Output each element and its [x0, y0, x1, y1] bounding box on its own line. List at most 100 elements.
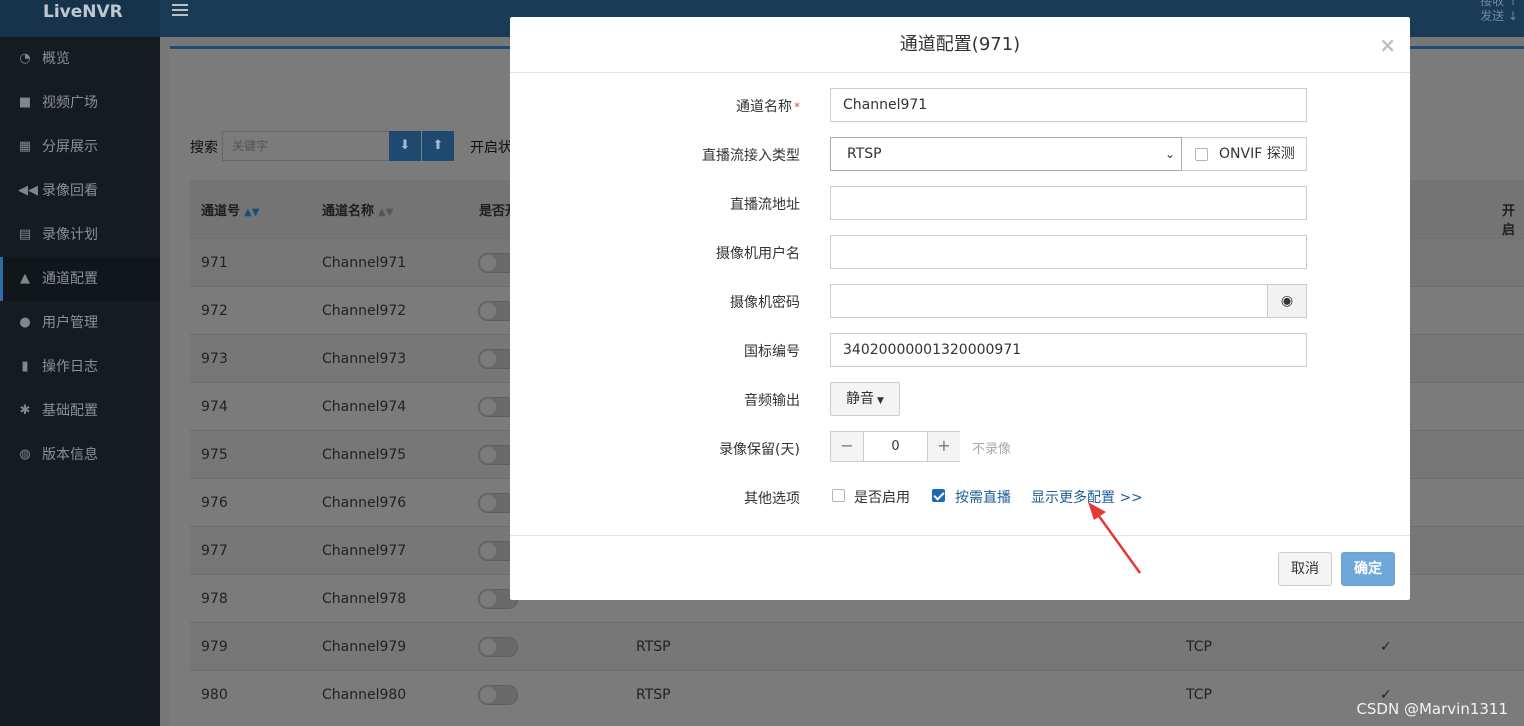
close-icon[interactable]: × — [1379, 17, 1396, 73]
sidebar-item-record-plan[interactable]: ▤ 录像计划 — [0, 213, 160, 257]
field-label: 通道名称 — [736, 99, 792, 115]
cell-channel-id: 972 — [201, 303, 228, 319]
decrement-button[interactable]: − — [831, 432, 863, 461]
cell-protocol: RTSP — [636, 687, 671, 703]
sidebar-item-channel-config[interactable]: ▲ 通道配置 — [0, 257, 160, 301]
cell-channel-name: Channel973 — [322, 351, 407, 367]
stream-type-select[interactable]: RTSP ⌄ — [830, 137, 1182, 171]
caret-down-icon: ▼ — [877, 396, 884, 406]
import-button[interactable]: ⬇ — [389, 131, 421, 161]
enabled-label[interactable]: 是否启用 — [854, 487, 910, 507]
table-row[interactable]: 979 Channel979 RTSP TCP ✓ — [190, 622, 1524, 670]
stream-type-label: 直播流接入类型 — [702, 148, 800, 164]
sort-icon: ▲▼ — [244, 207, 260, 218]
audio-output-label: 音频输出 — [744, 393, 800, 409]
on-demand-checkbox[interactable] — [932, 489, 945, 502]
video-camera-icon: ■ — [18, 95, 32, 110]
channel-name-input[interactable]: Channel971 — [830, 88, 1307, 122]
dashboard-icon: ◔ — [19, 51, 31, 66]
other-options-label: 其他选项 — [744, 491, 800, 507]
cell-channel-id: 977 — [201, 543, 228, 559]
sort-icon: ▲▼ — [378, 207, 394, 218]
cell-channel-id: 980 — [201, 687, 228, 703]
onvif-probe-checkbox[interactable] — [1195, 148, 1208, 161]
row-channel-name: 通道名称 * Channel971 — [510, 88, 1410, 122]
globe-icon: ◍ — [19, 447, 31, 462]
sidebar-item-operation-log[interactable]: ▮ 操作日志 — [0, 345, 160, 389]
on-demand-label[interactable]: 按需直播 — [955, 487, 1011, 507]
brand-logo[interactable]: LiveNVR — [0, 0, 160, 37]
camera-user-input[interactable] — [830, 235, 1307, 269]
users-icon: ● — [19, 315, 31, 330]
sidebar-item-video-square[interactable]: ■ 视频广场 — [0, 81, 160, 125]
road-icon: ▲ — [20, 271, 30, 286]
gb-code-input[interactable]: 34020000001320000971 — [830, 333, 1307, 367]
calendar-icon: ▤ — [18, 227, 32, 242]
row-gb-code: 国标编号 34020000001320000971 — [510, 333, 1410, 367]
toggle-password-visibility-button[interactable]: ◉ — [1267, 284, 1307, 318]
enable-toggle[interactable] — [478, 637, 518, 657]
column-header-on[interactable]: 开启 — [1502, 200, 1524, 238]
row-audio-output: 音频输出 静音 ▼ — [510, 382, 1410, 416]
sidebar-item-label: 操作日志 — [42, 359, 98, 375]
cell-channel-name: Channel975 — [322, 447, 407, 463]
column-header-name[interactable]: 通道名称 ▲▼ — [322, 200, 393, 219]
sidebar-item-user-management[interactable]: ● 用户管理 — [0, 301, 160, 345]
sidebar-item-label: 录像回看 — [42, 183, 98, 199]
row-record-keep: 录像保留(天) − 0 + 不录像 — [510, 431, 1410, 465]
dialog-footer: 取消 确定 — [510, 535, 1410, 600]
camera-password-label: 摄像机密码 — [730, 295, 800, 311]
cell-channel-name: Channel978 — [322, 591, 407, 607]
camera-password-input[interactable] — [830, 284, 1268, 318]
stream-url-input[interactable] — [830, 186, 1307, 220]
file-icon: ▮ — [21, 359, 29, 374]
annotation-arrow-icon — [1088, 502, 1142, 574]
cell-channel-name: Channel979 — [322, 639, 407, 655]
sidebar-item-label: 基础配置 — [42, 403, 98, 419]
sidebar-item-split-screen[interactable]: ▦ 分屏展示 — [0, 125, 160, 169]
audio-output-dropdown[interactable]: 静音 ▼ — [830, 382, 900, 416]
row-camera-password: 摄像机密码 ◉ — [510, 284, 1410, 318]
cell-channel-id: 973 — [201, 351, 228, 367]
increment-button[interactable]: + — [928, 432, 960, 461]
export-button[interactable]: ⬆ — [422, 131, 454, 161]
enabled-checkbox[interactable] — [832, 489, 845, 502]
gears-icon: ✱ — [19, 403, 31, 418]
download-icon: ⬇ — [399, 138, 411, 153]
row-stream-type: 直播流接入类型 RTSP ⌄ ONVIF 探测 — [510, 137, 1410, 171]
search-label: 搜索 — [190, 140, 218, 156]
enable-toggle[interactable] — [478, 685, 518, 705]
cell-channel-name: Channel974 — [322, 399, 407, 415]
sidebar-item-playback[interactable]: ◀◀ 录像回看 — [0, 169, 160, 213]
dialog-header: 通道配置(971) × — [510, 17, 1410, 73]
record-keep-label: 录像保留(天) — [719, 442, 800, 458]
network-stats: 接收 ↑ 发送 ↓ — [1480, 0, 1518, 24]
sidebar-item-label: 通道配置 — [42, 271, 98, 287]
sidebar-item-overview[interactable]: ◔ 概览 — [0, 37, 160, 81]
cancel-button[interactable]: 取消 — [1278, 552, 1332, 586]
eye-slash-icon: ◉ — [1280, 293, 1294, 309]
sidebar-item-basic-config[interactable]: ✱ 基础配置 — [0, 389, 160, 433]
sidebar-item-version-info[interactable]: ◍ 版本信息 — [0, 433, 160, 477]
menu-toggle-icon[interactable] — [172, 4, 188, 20]
cell-transport: TCP — [1186, 687, 1212, 703]
audio-output-value: 静音 — [846, 391, 875, 407]
onvif-probe-option[interactable]: ONVIF 探测 — [1182, 137, 1307, 171]
cell-channel-id: 976 — [201, 495, 228, 511]
cell-protocol: RTSP — [636, 639, 671, 655]
camera-user-label: 摄像机用户名 — [716, 246, 800, 262]
required-mark: * — [794, 100, 800, 114]
column-header-id[interactable]: 通道号 ▲▼ — [201, 200, 259, 219]
confirm-button[interactable]: 确定 — [1341, 552, 1395, 586]
sidebar-item-label: 视频广场 — [42, 95, 98, 111]
record-keep-input[interactable]: 0 — [863, 432, 928, 461]
table-row[interactable]: 980 Channel980 RTSP TCP ✓ — [190, 670, 1524, 718]
row-camera-user: 摄像机用户名 — [510, 235, 1410, 269]
sidebar-item-label: 概览 — [42, 51, 70, 67]
cell-channel-name: Channel971 — [322, 255, 407, 271]
cell-channel-id: 974 — [201, 399, 228, 415]
onvif-probe-label: ONVIF 探测 — [1219, 146, 1295, 162]
search-input[interactable]: 关键字 — [222, 131, 390, 161]
column-header-label: 通道名称 — [322, 204, 375, 219]
chevron-down-icon: ⌄ — [1164, 147, 1175, 161]
